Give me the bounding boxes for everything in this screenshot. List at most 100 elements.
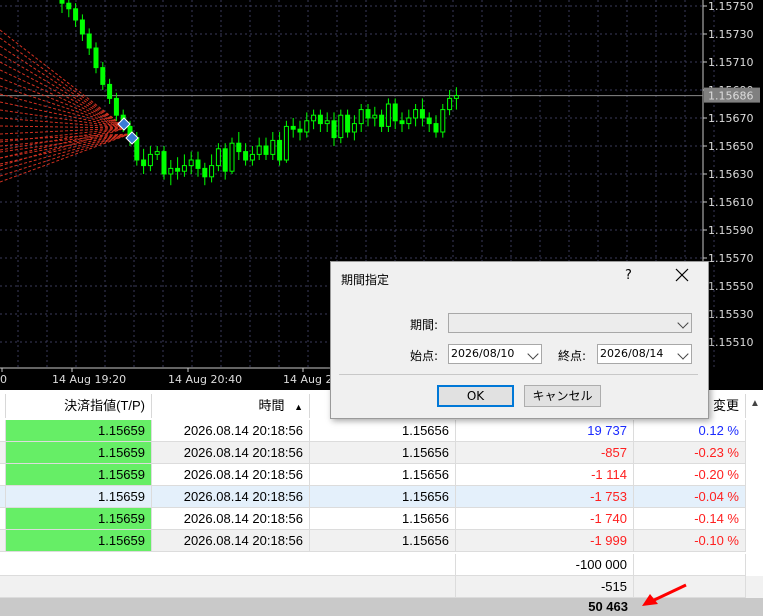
price-cell: 1.15656	[310, 486, 456, 508]
profit-cell: -1 999	[456, 530, 634, 552]
chevron-down-icon	[527, 348, 539, 360]
candle-body	[358, 109, 364, 125]
price-tick-label: 1.15550	[708, 280, 754, 293]
trade-line	[0, 133, 131, 171]
price-tick-label: 1.15750	[708, 0, 754, 13]
candle-body	[283, 125, 289, 161]
close-icon[interactable]	[673, 266, 691, 284]
candle-body	[365, 109, 371, 119]
table-row[interactable]: 1.15659 2026.08.14 20:18:56 1.15656 -1 114-…	[0, 464, 746, 486]
tp-cell: 1.15659	[6, 442, 152, 464]
candle-body	[113, 97, 119, 116]
change-cell: -0.23 %	[634, 442, 746, 464]
red-arrow-icon	[642, 583, 687, 606]
candle-body	[263, 145, 269, 155]
summary-empty	[634, 554, 746, 576]
candle-body	[243, 151, 249, 161]
candle-body	[338, 114, 344, 139]
start-date-value: 2026/08/10	[451, 347, 515, 360]
header-tp[interactable]: 決済指値(T/P)	[6, 394, 152, 418]
candle-body	[161, 151, 167, 175]
candle-body	[399, 120, 405, 125]
candle-body	[154, 151, 160, 155]
candle-body	[147, 153, 153, 167]
summary-value: -100 000	[456, 554, 634, 576]
candle-body	[290, 125, 296, 130]
candle-body	[433, 123, 439, 133]
trade-line	[0, 69, 127, 129]
start-date-picker[interactable]: 2026/08/10	[448, 344, 542, 364]
change-cell: -0.14 %	[634, 508, 746, 530]
header-time-label: 時間	[258, 398, 285, 413]
candle-body	[100, 67, 106, 85]
price-tick-label: 1.15530	[708, 308, 754, 321]
candle-body	[311, 114, 317, 122]
ok-button[interactable]: OK	[437, 385, 514, 407]
price-cell: 1.15656	[310, 442, 456, 464]
price-cell: 1.15656	[310, 508, 456, 530]
trade-line	[0, 127, 127, 167]
total-value: 50 463	[588, 599, 628, 614]
candle-body	[440, 109, 446, 133]
candle-body	[236, 142, 242, 153]
candle-body	[175, 167, 181, 172]
candle-body	[297, 128, 303, 133]
candle-body	[79, 19, 85, 35]
cancel-button[interactable]: キャンセル	[524, 385, 601, 407]
candle-body	[372, 114, 378, 119]
dialog-divider	[339, 374, 698, 375]
candle-body	[331, 120, 337, 139]
time-tick-label: 14 Aug 19:20	[52, 373, 126, 386]
candle-body	[453, 95, 459, 99]
table-row[interactable]: 1.15659 2026.08.14 20:18:56 1.15656 -857 -0.…	[0, 442, 746, 464]
trade-line	[0, 133, 131, 183]
candle-body	[93, 47, 99, 69]
header-time[interactable]: 時間 ▲	[152, 394, 310, 418]
table-row[interactable]: 1.15659 2026.08.14 20:18:56 1.15656 -1 999-…	[0, 530, 746, 552]
profit-cell: -1 753	[456, 486, 634, 508]
candle-body	[202, 167, 208, 178]
candle-body	[426, 117, 432, 125]
candle-body	[304, 120, 310, 133]
period-select[interactable]	[448, 313, 692, 333]
summary-spacer	[0, 554, 456, 576]
candle-body	[73, 8, 79, 21]
chevron-down-icon	[677, 348, 689, 360]
time-cell: 2026.08.14 20:18:56	[152, 464, 310, 486]
profit-cell: -1 114	[456, 464, 634, 486]
candle-body	[195, 159, 201, 169]
trade-line	[0, 93, 127, 129]
candle-body	[351, 123, 357, 133]
end-date-value: 2026/08/14	[600, 347, 664, 360]
candle-body	[256, 145, 262, 155]
chevron-down-icon	[677, 317, 689, 329]
summary-spacer	[0, 576, 456, 598]
price-tick-label: 1.15510	[708, 336, 754, 349]
time-tick-label: 14 Aug 2	[283, 373, 332, 386]
end-date-picker[interactable]: 2026/08/14	[597, 344, 692, 364]
candle-body	[419, 109, 425, 119]
table-row[interactable]: 1.15659 2026.08.14 20:18:56 1.15656 -1 753-…	[0, 486, 746, 508]
tp-cell: 1.15659	[6, 486, 152, 508]
price-tick-label: 1.15670	[708, 112, 754, 125]
candle-body	[406, 117, 412, 125]
trade-line	[0, 127, 127, 159]
sort-asc-icon: ▲	[294, 402, 303, 412]
table-row[interactable]: 1.15659 2026.08.14 20:18:56 1.15656 -1 740-…	[0, 508, 746, 530]
help-icon[interactable]: ?	[625, 268, 632, 283]
time-cell: 2026.08.14 20:18:56	[152, 442, 310, 464]
candle-body	[345, 114, 351, 133]
time-tick-label: 0	[0, 373, 7, 386]
candle-body	[413, 109, 419, 119]
price-tick-label: 1.15570	[708, 252, 754, 265]
profit-cell: -857	[456, 442, 634, 464]
time-cell: 2026.08.14 20:18:56	[152, 486, 310, 508]
price-cell: 1.15656	[310, 530, 456, 552]
table-row[interactable]: 1.15659 2026.08.14 20:18:56 1.15656 19 737 0…	[0, 420, 746, 442]
candle-body	[277, 139, 283, 161]
current-price-label: 1.15686	[708, 90, 754, 103]
candle-body	[270, 139, 276, 155]
scroll-up-icon[interactable]: ▲	[748, 398, 762, 412]
change-cell: 0.12 %	[634, 420, 746, 442]
profit-cell: -1 740	[456, 508, 634, 530]
